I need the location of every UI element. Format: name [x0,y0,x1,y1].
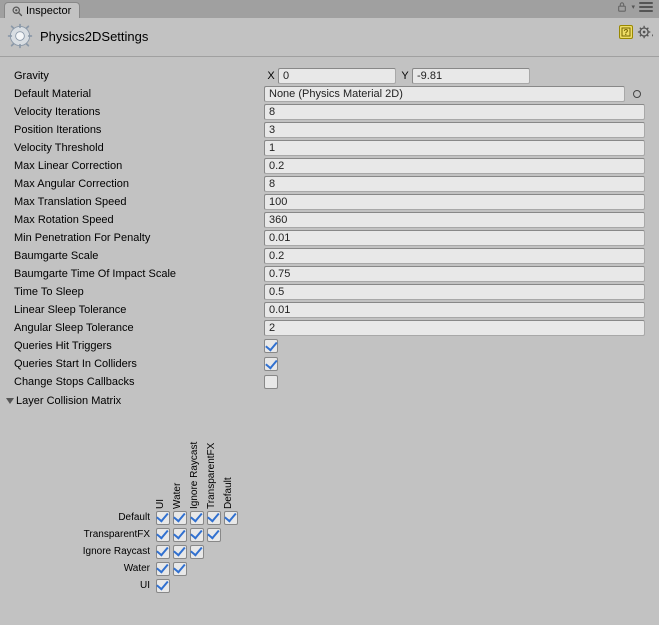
max-translation-speed-input[interactable] [264,194,645,210]
change-stops-callbacks-checkbox[interactable] [264,375,278,389]
velocity-threshold-label: Velocity Threshold [14,142,264,154]
foldout-arrow-icon [6,398,14,404]
matrix-checkbox[interactable] [190,511,204,525]
max-translation-speed-label: Max Translation Speed [14,196,264,208]
matrix-row: Default [24,509,653,526]
matrix-col-header: Ignore Raycast [189,442,200,509]
linear-sleep-tol-label: Linear Sleep Tolerance [14,304,264,316]
max-linear-correction-input[interactable] [264,158,645,174]
velocity-iterations-input[interactable] [264,104,645,120]
baumgarte-toi-input[interactable] [264,266,645,282]
angular-sleep-tol-label: Angular Sleep Tolerance [14,322,264,334]
matrix-row: TransparentFX [24,526,653,543]
tab-bar: Inspector ▾ [0,0,659,18]
matrix-checkbox[interactable] [173,511,187,525]
gravity-row: Gravity X Y [14,67,653,85]
position-iterations-input[interactable] [264,122,645,138]
asset-header: Physics2DSettings ? ▸ [0,18,659,57]
min-penetration-label: Min Penetration For Penalty [14,232,264,244]
matrix-checkbox[interactable] [207,528,221,542]
component-menu-icon[interactable]: ▸ [637,24,653,40]
matrix-checkbox[interactable] [156,528,170,542]
baumgarte-scale-input[interactable] [264,248,645,264]
matrix-checkbox[interactable] [173,562,187,576]
gravity-y-label: Y [398,70,412,82]
collision-matrix-label: Layer Collision Matrix [16,395,121,407]
matrix-row-label: Water [24,563,154,574]
max-angular-correction-input[interactable] [264,176,645,192]
matrix-col-header: UI [155,499,166,509]
min-penetration-input[interactable] [264,230,645,246]
angular-sleep-tol-input[interactable] [264,320,645,336]
matrix-row: Ignore Raycast [24,543,653,560]
matrix-row-label: UI [24,580,154,591]
matrix-row-label: Default [24,512,154,523]
matrix-checkbox[interactable] [156,579,170,593]
matrix-checkbox[interactable] [190,528,204,542]
lock-icon[interactable] [617,1,627,13]
baumgarte-toi-label: Baumgarte Time Of Impact Scale [14,268,264,280]
dropdown-arrow-icon[interactable]: ▾ [631,3,635,11]
max-rotation-speed-input[interactable] [264,212,645,228]
matrix-checkbox[interactable] [173,545,187,559]
matrix-row: Water [24,560,653,577]
max-rotation-speed-label: Max Rotation Speed [14,214,264,226]
collision-matrix-foldout[interactable]: Layer Collision Matrix [6,395,653,407]
max-linear-correction-label: Max Linear Correction [14,160,264,172]
gravity-y-input[interactable] [412,68,530,84]
change-stops-callbacks-label: Change Stops Callbacks [14,376,264,388]
velocity-threshold-input[interactable] [264,140,645,156]
matrix-checkbox[interactable] [207,511,221,525]
max-angular-correction-label: Max Angular Correction [14,178,264,190]
queries-start-in-colliders-label: Queries Start In Colliders [14,358,264,370]
matrix-col-header: Water [172,483,183,509]
asset-title: Physics2DSettings [40,29,148,44]
matrix-checkbox[interactable] [156,545,170,559]
matrix-row-label: TransparentFX [24,529,154,540]
svg-text:▸: ▸ [652,32,653,37]
default-material-label: Default Material [14,88,264,100]
inspector-tab[interactable]: Inspector [4,2,80,18]
queries-hit-triggers-checkbox[interactable] [264,339,278,353]
default-material-field[interactable]: None (Physics Material 2D) [264,86,625,102]
gravity-x-input[interactable] [278,68,396,84]
properties-panel: Gravity X Y Default Material None (Physi… [0,57,659,600]
matrix-checkbox[interactable] [156,511,170,525]
default-material-row: Default Material None (Physics Material … [14,85,653,103]
matrix-col-header: TransparentFX [206,443,217,509]
matrix-checkbox[interactable] [156,562,170,576]
position-iterations-label: Position Iterations [14,124,264,136]
pane-menu-icon[interactable] [639,1,653,13]
velocity-iterations-label: Velocity Iterations [14,106,264,118]
linear-sleep-tol-input[interactable] [264,302,645,318]
time-to-sleep-label: Time To Sleep [14,286,264,298]
gravity-x-label: X [264,70,278,82]
time-to-sleep-input[interactable] [264,284,645,300]
matrix-checkbox[interactable] [173,528,187,542]
queries-hit-triggers-label: Queries Hit Triggers [14,340,264,352]
matrix-checkbox[interactable] [190,545,204,559]
collision-matrix: UI Water Ignore Raycast TransparentFX Defaul… [14,419,653,594]
queries-start-in-colliders-checkbox[interactable] [264,357,278,371]
object-picker-icon[interactable] [629,86,645,102]
settings-asset-icon [6,22,34,50]
matrix-col-header: Default [223,477,234,509]
baumgarte-scale-label: Baumgarte Scale [14,250,264,262]
help-icon[interactable]: ? [619,25,633,39]
matrix-checkbox[interactable] [224,511,238,525]
gravity-label: Gravity [14,70,264,82]
svg-text:?: ? [624,28,629,37]
tab-label: Inspector [26,5,71,17]
matrix-row: UI [24,577,653,594]
matrix-row-label: Ignore Raycast [24,546,154,557]
inspector-icon [11,5,23,17]
